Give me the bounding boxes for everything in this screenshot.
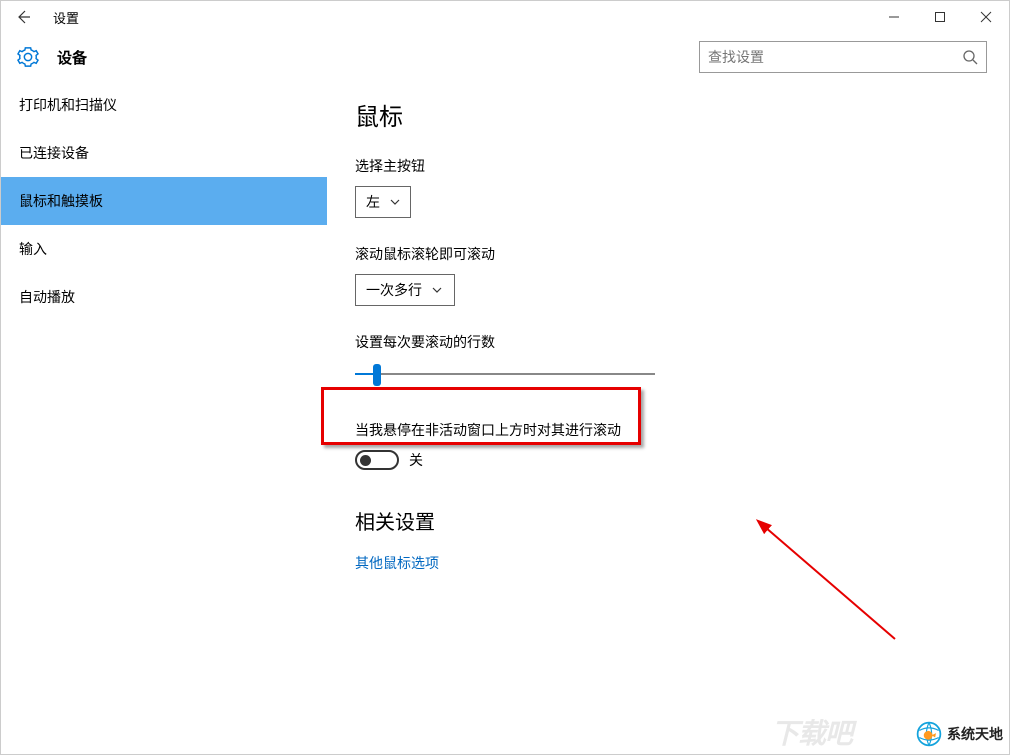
sidebar-item-mouse-touchpad[interactable]: 鼠标和触摸板 [1, 177, 327, 225]
search-input[interactable] [708, 49, 962, 65]
window-title: 设置 [53, 8, 79, 27]
sidebar-item-printers[interactable]: 打印机和扫描仪 [1, 81, 327, 129]
sidebar-item-label: 鼠标和触摸板 [19, 191, 103, 211]
select-value: 一次多行 [366, 280, 422, 300]
maximize-button[interactable] [917, 1, 963, 33]
related-settings-heading: 相关设置 [355, 506, 1009, 535]
inactive-hover-section: 当我悬停在非活动窗口上方时对其进行滚动 关 [355, 420, 1009, 470]
toggle-knob [360, 455, 371, 466]
inactive-hover-label: 当我悬停在非活动窗口上方时对其进行滚动 [355, 420, 1009, 440]
content: 鼠标 选择主按钮 左 滚动鼠标滚轮即可滚动 一次多行 设置每次要滚动的行数 [327, 81, 1009, 756]
sidebar-item-label: 打印机和扫描仪 [19, 95, 117, 115]
toggle-switch[interactable] [355, 450, 399, 470]
other-mouse-options-link[interactable]: 其他鼠标选项 [355, 553, 1009, 573]
header: 设备 [1, 33, 1009, 81]
lines-per-scroll-label: 设置每次要滚动的行数 [355, 332, 1009, 352]
minimize-icon [888, 11, 900, 23]
sidebar-item-label: 自动播放 [19, 287, 75, 307]
sidebar-item-autoplay[interactable]: 自动播放 [1, 273, 327, 321]
watermark-text: 系统天地 [947, 724, 1003, 744]
back-button[interactable] [9, 3, 37, 31]
minimize-button[interactable] [871, 1, 917, 33]
close-icon [980, 11, 992, 23]
sidebar-item-connected-devices[interactable]: 已连接设备 [1, 129, 327, 177]
gear-icon [17, 46, 39, 68]
scroll-wheel-select[interactable]: 一次多行 [355, 274, 455, 306]
titlebar: 设置 [1, 1, 1009, 33]
slider-track [355, 373, 655, 375]
chevron-down-icon [432, 285, 442, 295]
sidebar-item-typing[interactable]: 输入 [1, 225, 327, 273]
watermark: 系统天地 [915, 720, 1003, 748]
sidebar-item-label: 已连接设备 [19, 143, 89, 163]
sidebar: 打印机和扫描仪 已连接设备 鼠标和触摸板 输入 自动播放 [1, 81, 327, 756]
page-heading: 鼠标 [355, 97, 1009, 132]
inactive-hover-toggle: 关 [355, 450, 1009, 470]
search-icon [962, 49, 978, 65]
search-box[interactable] [699, 41, 987, 73]
primary-button-section: 选择主按钮 左 [355, 156, 1009, 218]
select-value: 左 [366, 192, 380, 212]
arrow-left-icon [15, 9, 31, 25]
slider-thumb[interactable] [373, 364, 381, 386]
background-watermark: 下载吧 [771, 712, 852, 752]
primary-button-select[interactable]: 左 [355, 186, 411, 218]
globe-icon [915, 720, 943, 748]
scroll-wheel-label: 滚动鼠标滚轮即可滚动 [355, 244, 1009, 264]
chevron-down-icon [390, 197, 400, 207]
toggle-state-label: 关 [409, 450, 423, 470]
annotation-arrow-icon [755, 519, 905, 649]
maximize-icon [934, 11, 946, 23]
scroll-wheel-section: 滚动鼠标滚轮即可滚动 一次多行 [355, 244, 1009, 306]
close-button[interactable] [963, 1, 1009, 33]
lines-per-scroll-slider[interactable] [355, 362, 655, 386]
window-controls [871, 1, 1009, 33]
lines-per-scroll-section: 设置每次要滚动的行数 [355, 332, 1009, 386]
primary-button-label: 选择主按钮 [355, 156, 1009, 176]
sidebar-item-label: 输入 [19, 239, 47, 259]
header-title: 设备 [57, 47, 87, 68]
